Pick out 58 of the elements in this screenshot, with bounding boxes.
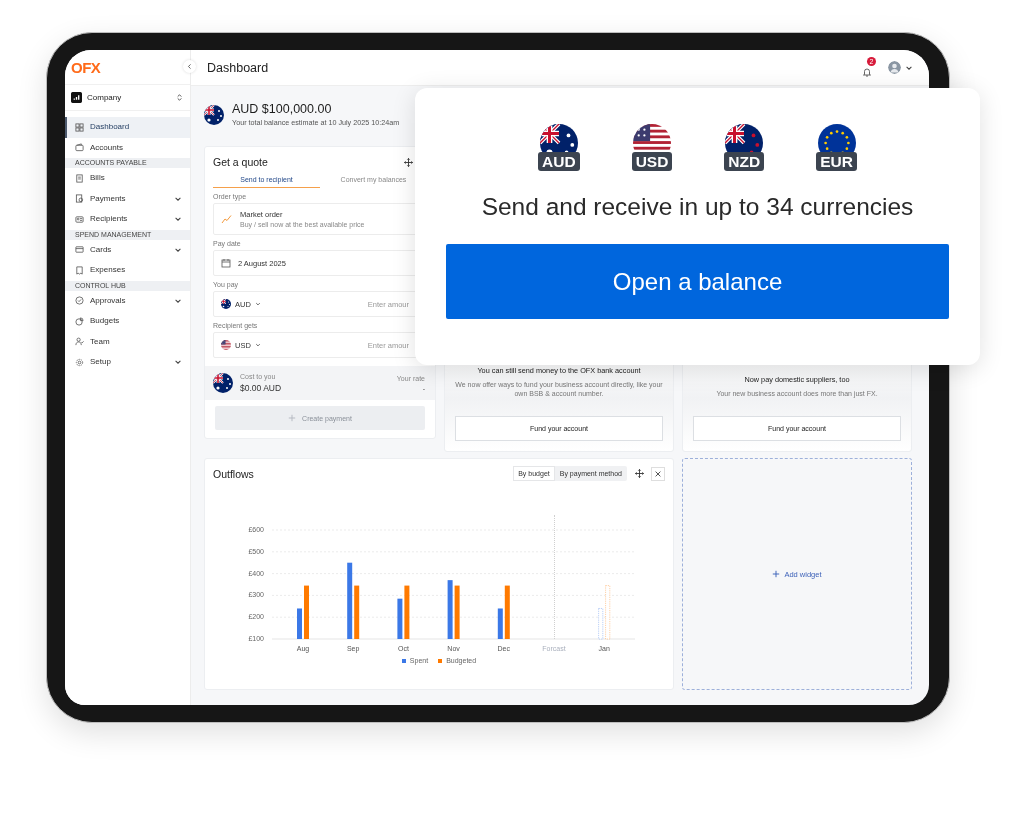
nav-icon — [75, 122, 84, 132]
nav-icon — [75, 173, 84, 183]
open-balance-button[interactable]: Open a balance — [446, 244, 949, 319]
card-title: Get a quote — [213, 156, 269, 168]
sidebar-item[interactable]: Payments — [65, 188, 190, 209]
sidebar-item[interactable]: Cards — [65, 239, 190, 260]
currency-code: EUR — [816, 152, 857, 171]
sidebar-item[interactable]: Budgets — [65, 311, 190, 332]
nav-icon — [75, 214, 84, 224]
currency-code: NZD — [724, 152, 765, 171]
organization-icon — [71, 92, 82, 103]
card-title: Outflows — [213, 467, 255, 480]
nav-icon — [75, 265, 84, 275]
chevron-icon — [254, 301, 261, 307]
avatar-icon[interactable] — [888, 61, 901, 74]
nav-icon — [75, 143, 84, 153]
flag-icon — [221, 340, 231, 350]
sidebar-item[interactable]: Recipients — [65, 209, 190, 230]
sidebar-item[interactable]: Approvals — [65, 290, 190, 311]
sort-icon — [175, 93, 184, 102]
currency-code: USD — [631, 152, 673, 171]
plus-icon — [772, 570, 781, 578]
nav-icon — [75, 245, 84, 255]
sidebar-item[interactable]: Accounts — [65, 137, 190, 158]
move-icon[interactable] — [404, 157, 413, 167]
plus-icon — [288, 414, 297, 422]
flag-icon — [204, 104, 224, 125]
flag-icon — [221, 299, 231, 309]
logo: OFX — [71, 58, 101, 76]
cost-value: $0.00 AUD — [240, 383, 283, 393]
nav-icon — [75, 194, 84, 204]
nav-icon — [75, 316, 84, 326]
nav-icon — [75, 337, 84, 347]
popup-headline: Send and receive in up to 34 currencies — [481, 193, 914, 221]
organization-selector[interactable]: Company — [65, 84, 190, 111]
page-title: Dashboard — [207, 60, 270, 75]
nav-icon — [75, 357, 84, 367]
chevron-icon — [174, 358, 182, 367]
currency-code: AUD — [538, 152, 580, 171]
sidebar-item[interactable]: Bills — [65, 168, 190, 189]
sidebar-item[interactable]: Expenses — [65, 260, 190, 281]
sidebar-item[interactable]: Dashboard — [65, 117, 190, 138]
flag-icon — [213, 373, 233, 393]
close-icon — [655, 470, 661, 477]
calendar-icon — [221, 258, 231, 268]
balance-amount: AUD $100,000.00 — [232, 102, 333, 116]
chart-bar — [297, 608, 302, 639]
chart-bar — [304, 585, 309, 639]
move-icon[interactable] — [635, 469, 644, 478]
chevron-icon — [174, 215, 182, 224]
nav-icon — [75, 296, 84, 306]
trend-icon — [221, 214, 233, 224]
bell-icon[interactable] — [862, 66, 872, 77]
chevron-left-icon — [186, 63, 193, 70]
sidebar-item[interactable]: Team — [65, 331, 190, 352]
sidebar-item[interactable]: Setup — [65, 352, 190, 373]
close-button[interactable] — [651, 466, 665, 481]
chevron-icon — [254, 342, 261, 348]
